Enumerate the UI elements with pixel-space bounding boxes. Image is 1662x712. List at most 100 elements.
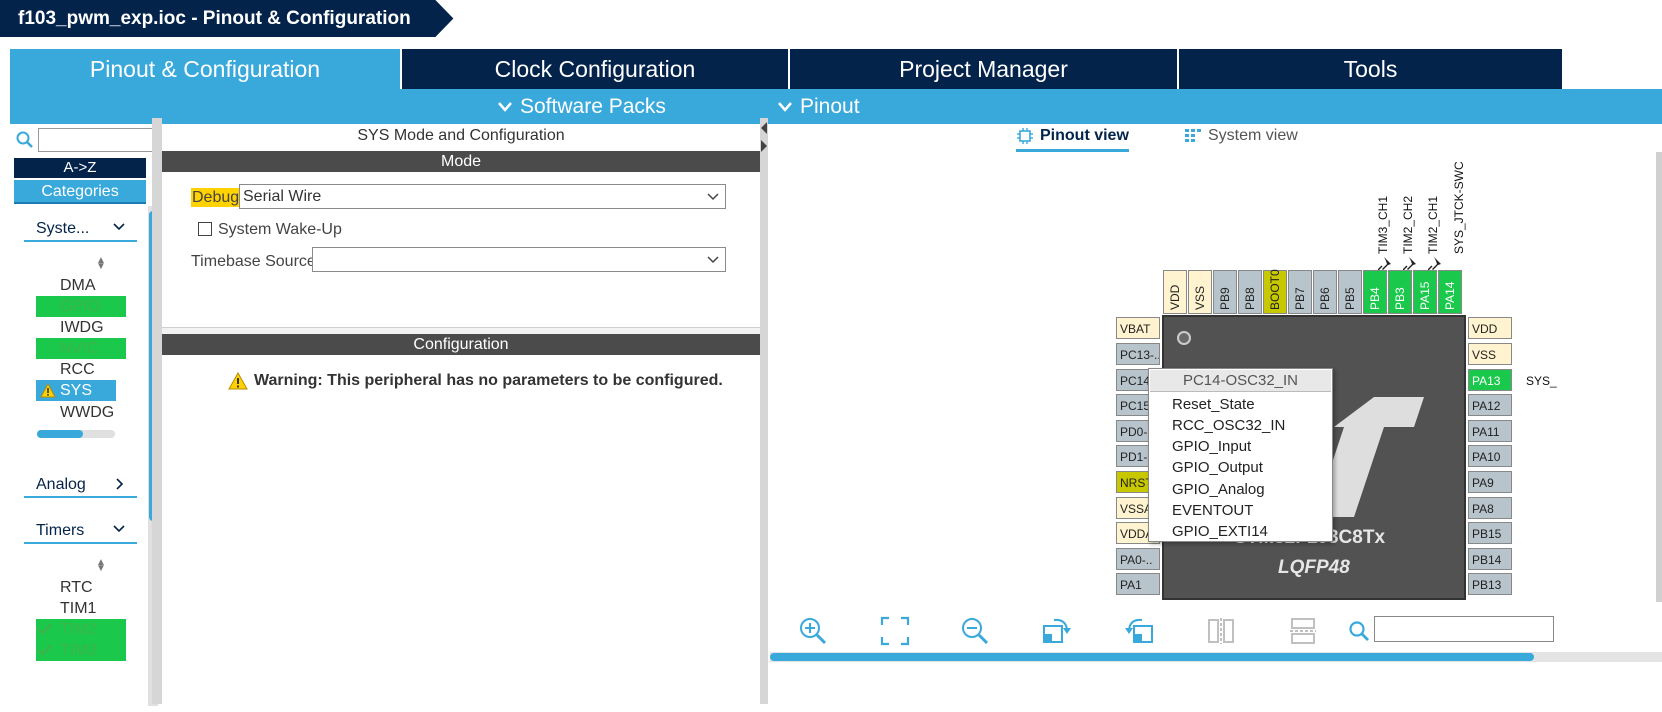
timebase-source-select[interactable] <box>312 247 726 272</box>
system-view-tab[interactable]: System view <box>1184 127 1298 145</box>
group-system[interactable]: Syste... <box>24 218 137 242</box>
pinout-panel: Pinout view System view TIM3_CH1 TIM2_CH… <box>770 124 1662 704</box>
context-item-gpio-input[interactable]: GPIO_Input <box>1172 438 1251 455</box>
pin-right-pa12[interactable]: PA12 <box>1468 394 1512 416</box>
title-chevron-icon <box>433 0 454 37</box>
chevron-down-icon <box>707 256 719 264</box>
check-icon <box>38 644 52 656</box>
pinout-vertical-scrollbar[interactable] <box>1656 152 1662 602</box>
category-item-gpio[interactable]: GPIO <box>36 296 126 317</box>
pin-right-pa8[interactable]: PA8 <box>1468 497 1512 519</box>
left-splitter[interactable] <box>152 118 162 704</box>
warning-icon <box>40 383 56 398</box>
category-item-tim3[interactable]: TIM3 <box>36 640 126 661</box>
pin-left-vbat[interactable]: VBAT <box>1116 317 1160 339</box>
debug-select[interactable]: Serial Wire <box>239 184 726 209</box>
pin-top-pb4[interactable]: PB4 <box>1363 270 1387 314</box>
pin-top-pb9[interactable]: PB9 <box>1213 270 1237 314</box>
category-horizontal-scrollbar[interactable] <box>37 430 115 438</box>
chevron-right-icon <box>116 478 124 490</box>
pinout-view-tab[interactable]: Pinout view <box>1016 127 1129 152</box>
check-icon <box>38 623 52 635</box>
category-item-rtc[interactable]: RTC <box>36 577 126 598</box>
category-item-tim1[interactable]: TIM1 <box>36 598 126 619</box>
software-packs-menu[interactable]: Software Packs <box>498 95 666 119</box>
pin-top-pb8[interactable]: PB8 <box>1238 270 1262 314</box>
rotate-right-icon[interactable] <box>1042 616 1072 646</box>
context-item-gpio-exti14[interactable]: GPIO_EXTI14 <box>1172 523 1268 540</box>
category-item-tim2[interactable]: TIM2 <box>36 619 126 640</box>
context-item-gpio-analog[interactable]: GPIO_Analog <box>1172 481 1265 498</box>
pin-right-pb13[interactable]: PB13 <box>1468 573 1512 595</box>
category-item-dma[interactable]: DMA <box>36 275 126 296</box>
system-view-icon <box>1185 129 1201 142</box>
pin-top-vss[interactable]: VSS <box>1188 270 1212 314</box>
categories-button[interactable]: Categories <box>14 180 146 204</box>
pin-top-pa14[interactable]: PA14 <box>1438 270 1462 314</box>
context-item-eventout[interactable]: EVENTOUT <box>1172 502 1253 519</box>
pin-left-pa1[interactable]: PA1 <box>1116 573 1160 595</box>
pin-top-pb3[interactable]: PB3 <box>1388 270 1412 314</box>
pin-left-pc13[interactable]: PC13-.. <box>1116 343 1160 365</box>
category-item-sys[interactable]: SYS <box>36 380 116 401</box>
group-timers[interactable]: Timers <box>24 520 137 544</box>
pin-top-boot0[interactable]: BOOT0 <box>1263 269 1287 314</box>
zoom-out-icon[interactable] <box>960 616 990 646</box>
signal-label-tim2-ch1: TIM2_CH1 <box>1426 195 1440 254</box>
chevron-down-icon <box>113 525 125 533</box>
chevron-down-icon <box>113 223 125 231</box>
pin-left-pa0[interactable]: PA0-.. <box>1116 548 1160 570</box>
pin-top-pb7[interactable]: PB7 <box>1288 270 1312 314</box>
sort-az-button[interactable]: A->Z <box>14 158 146 178</box>
signal-label-tim3-ch1: TIM3_CH1 <box>1376 195 1390 254</box>
pin-context-menu: PC14-OSC32_IN Reset_State RCC_OSC32_IN G… <box>1148 368 1333 542</box>
pin-right-pa10[interactable]: PA10 <box>1468 445 1512 467</box>
pin-right-pa9[interactable]: PA9 <box>1468 471 1512 493</box>
signal-label-sys-jtck-swc: SYS_JTCK-SWC <box>1452 161 1466 254</box>
pin-top-vdd[interactable]: VDD <box>1163 270 1187 314</box>
rotate-left-icon[interactable] <box>1124 616 1154 646</box>
context-item-gpio-output[interactable]: GPIO_Output <box>1172 459 1263 476</box>
pinout-menu[interactable]: Pinout <box>778 95 860 119</box>
sort-toggle-icon[interactable]: ▲ ▼ <box>96 558 106 574</box>
group-timers-label: Timers <box>36 522 85 539</box>
pin-top-pb5[interactable]: PB5 <box>1338 270 1362 314</box>
pin-right-pa11[interactable]: PA11 <box>1468 420 1512 442</box>
system-wakeup-checkbox[interactable] <box>198 222 212 236</box>
context-item-reset-state[interactable]: Reset_State <box>1172 396 1255 413</box>
tab-project-manager[interactable]: Project Manager <box>790 49 1179 89</box>
category-item-wwdg[interactable]: WWDG <box>36 402 126 423</box>
pin-search-input[interactable] <box>1374 616 1554 642</box>
center-splitter[interactable] <box>760 118 768 704</box>
group-system-label: Syste... <box>36 220 90 237</box>
pinout-horizontal-scrollbar[interactable] <box>770 652 1662 662</box>
pin-right-vss[interactable]: VSS <box>1468 343 1512 365</box>
tab-clock-configuration[interactable]: Clock Configuration <box>402 49 790 89</box>
flip-horizontal-icon[interactable] <box>1288 616 1318 646</box>
category-item-sys-label: SYS <box>60 382 93 399</box>
collapse-arrows-icon[interactable] <box>760 118 768 158</box>
pin-top-pa15[interactable]: PA15 <box>1413 270 1437 314</box>
system-view-label: System view <box>1208 127 1298 144</box>
category-item-nvic[interactable]: NVIC <box>36 338 126 359</box>
pin-right-pb14[interactable]: PB14 <box>1468 548 1512 570</box>
pin-right-pa13[interactable]: PA13 <box>1468 369 1512 391</box>
flip-vertical-icon[interactable] <box>1206 616 1236 646</box>
pin-top-pb6[interactable]: PB6 <box>1313 270 1337 314</box>
category-item-iwdg[interactable]: IWDG <box>36 317 126 338</box>
title-bar: f103_pwm_exp.ioc - Pinout & Configuratio… <box>0 0 1662 37</box>
pin-right-pb15[interactable]: PB15 <box>1468 522 1512 544</box>
sys-configuration-panel: SYS Mode and Configuration Mode Debug Se… <box>162 124 760 704</box>
sort-toggle-icon[interactable]: ▲ ▼ <box>96 256 106 272</box>
fit-to-screen-icon[interactable] <box>880 616 910 646</box>
context-item-rcc-osc32-in[interactable]: RCC_OSC32_IN <box>1172 417 1285 434</box>
tab-tools[interactable]: Tools <box>1179 49 1562 89</box>
zoom-in-icon[interactable] <box>798 616 828 646</box>
pin-right-vdd[interactable]: VDD <box>1468 317 1512 339</box>
group-analog-label: Analog <box>36 476 86 493</box>
main-tabs: Pinout & Configuration Clock Configurati… <box>10 49 1662 89</box>
category-item-rcc[interactable]: RCC <box>36 359 126 380</box>
tab-pinout-configuration[interactable]: Pinout & Configuration <box>10 49 402 89</box>
category-search-input[interactable] <box>38 128 160 152</box>
group-analog[interactable]: Analog <box>24 474 137 498</box>
